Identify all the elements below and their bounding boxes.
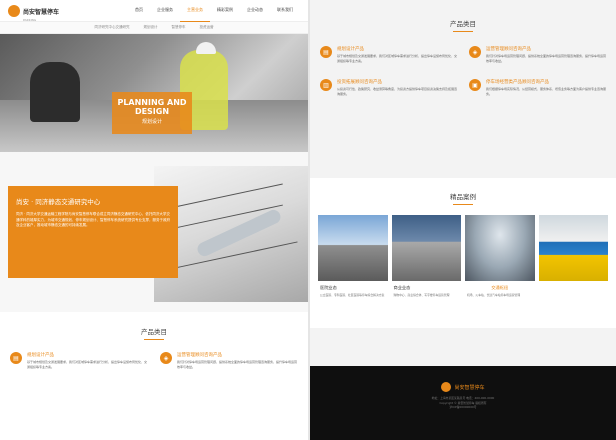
intro-title: 尚安 · 同济静态交通研究中心 (16, 198, 101, 206)
subnav-item[interactable]: 同济研究中心交通研究 (95, 25, 130, 30)
product-grid: ▤ 规划设计产品基于城市规划及交通发展要求，我们对区域停车需求进行分析，提出停车… (0, 340, 308, 369)
case-card[interactable] (538, 215, 608, 301)
right-page: 产品类目 ▤ 规划设计产品基于城市规划及交通发展要求，我们对区域停车需求进行分析… (310, 0, 616, 440)
section-title: 精品案例 (450, 193, 476, 201)
product-name: 规划设计产品 (27, 353, 54, 358)
product-grid: ▤ 规划设计产品基于城市规划及交通发展要求，我们对区域停车需求进行分析，提出停车… (310, 32, 616, 96)
case-grid: 医院业态公立医院、专科医院、社区医院等停车综合解决方案 商业业态购物中心、商业综… (310, 205, 616, 301)
product-name: 停车场经营类产品顾问咨询产品 (486, 80, 549, 86)
site-footer: 尚安智慧停车 地址：上海市某区某路某号 电话：400-000-0000 Copy… (310, 366, 616, 440)
hero-title-en: PLANNING AND DESIGN (117, 98, 187, 116)
product-desc: 我们针对停车场运营管理问题，提供系统全面的停车场运营管理咨询服务，提升停车场运营… (486, 54, 607, 63)
nav-cases[interactable]: 精彩案例 (210, 0, 240, 22)
footer-logo[interactable]: 尚安智慧停车 (310, 382, 616, 392)
subnav-item[interactable]: 智慧停车 (172, 25, 186, 30)
product-desc: 我们根据停车场实际情况，从经营模式、服务体系、增值业务等方面为客户提供专业咨询服… (486, 87, 607, 96)
intro-section: 尚安 · 同济静态交通研究中心 同济 · 同济大学交通运输工程学院与尚安智慧停车… (0, 152, 308, 312)
nav-home[interactable]: 首页 (128, 0, 150, 22)
product-item[interactable]: ◈ 运营管理顾问咨询产品我们针对停车场运营管理问题，提供系统全面的停车场运营管理… (469, 46, 606, 63)
case-card[interactable]: 交通枢纽机场、火车站、长途汽车站停车场运营管理 (465, 215, 535, 301)
transit-image (465, 215, 535, 281)
section-title: 产品类目 (450, 20, 476, 28)
subnav-item[interactable]: 投资运营 (200, 25, 214, 30)
main-nav: 首页 企业服务 主营业务 精彩案例 企业动态 联系我们 (128, 0, 300, 22)
planning-icon: ▤ (10, 352, 22, 364)
cases-section: 精品案例 医院业态公立医院、专科医院、社区医院等停车综合解决方案 商业业态购物中… (310, 178, 616, 328)
products-section: 产品类目 ▤ 规划设计产品基于城市规划及交通发展要求，我们对区域停车需求进行分析… (310, 0, 616, 178)
product-item[interactable]: ▤ 规划设计产品基于城市规划及交通发展要求，我们对区域停车需求进行分析，提出停车… (320, 46, 457, 63)
product-desc: 基于城市规划及交通发展要求，我们对区域停车需求进行分析，提出停车设施布局优化、交… (337, 54, 458, 63)
intro-card: 尚安 · 同济静态交通研究中心 同济 · 同济大学交通运输工程学院与尚安智慧停车… (8, 186, 178, 278)
case-name: 交通枢纽 (491, 285, 509, 290)
hero-banner: PLANNING AND DESIGN 规划设计 (0, 34, 308, 152)
planning-icon: ▤ (320, 46, 332, 58)
hero-helmet-image (196, 42, 216, 54)
products-section: 产品类目 ▤ 规划设计产品基于城市规划及交通发展要求，我们对区域停车需求进行分析… (0, 312, 308, 370)
case-desc: 公立医院、专科医院、社区医院等停车综合解决方案 (320, 293, 385, 297)
site-header: 尚安智慧停车 PARKING 首页 企业服务 主营业务 精彩案例 企业动态 联系… (0, 0, 308, 22)
intro-body: 同济 · 同济大学交通运输工程学院与尚安智慧停车联合成立同济静态交通研究中心，依… (16, 212, 170, 227)
product-item[interactable]: ◈ 运营管理顾问咨询产品我们针对停车场运营管理问题，提供系统全面的停车场运营管理… (160, 352, 298, 369)
logo[interactable]: 尚安智慧停车 PARKING (8, 0, 59, 22)
left-page: 尚安智慧停车 PARKING 首页 企业服务 主营业务 精彩案例 企业动态 联系… (0, 0, 308, 440)
case-name: 医院业态 (320, 285, 337, 290)
product-desc: 从投资可行性、政策研究、收益测算等角度，为投资方提供停车项目投资决策支持及拓展咨… (337, 87, 458, 96)
commercial-image (391, 215, 461, 281)
product-item[interactable]: ▥ 投资拓展顾问咨询产品 从投资可行性、政策研究、收益测算等角度，为投资方提供停车… (320, 79, 457, 96)
operations-icon: ◈ (469, 46, 481, 58)
nav-services[interactable]: 企业服务 (150, 0, 180, 22)
nav-business[interactable]: 主营业务 (180, 0, 210, 22)
investment-icon: ▥ (320, 79, 332, 92)
hero-title-cn: 规划设计 (141, 119, 162, 125)
product-name: 规划设计产品 (337, 47, 364, 52)
product-item[interactable]: ▣ 停车场经营类产品顾问咨询产品 我们根据停车场实际情况，从经营模式、服务体系、增… (469, 79, 606, 96)
section-title: 产品类目 (141, 328, 167, 336)
operations-icon: ◈ (160, 352, 172, 364)
hero-worker-image (30, 62, 80, 122)
case-desc: 购物中心、商业综合体、写字楼停车运营管理 (393, 293, 450, 297)
product-desc: 基于城市规划及交通发展要求，我们对区域停车需求进行分析，提出停车设施布局优化、交… (27, 360, 148, 369)
parking-icon: ▣ (469, 79, 481, 92)
footer-logo-text: 尚安智慧停车 (454, 384, 485, 391)
footer-line: 沪ICP备00000000号 (449, 405, 477, 409)
case-desc: 机场、火车站、长途汽车站停车场运营管理 (467, 293, 521, 297)
product-desc: 我们针对停车场运营管理问题，提供系统全面的停车场运营管理咨询服务，提升停车场运营… (177, 360, 298, 369)
logo-icon (441, 382, 452, 392)
hero-badge: PLANNING AND DESIGN 规划设计 (112, 92, 192, 134)
parking-lot-image (538, 215, 608, 281)
nav-contact[interactable]: 联系我们 (270, 0, 300, 22)
logo-icon (8, 4, 20, 17)
product-name: 运营管理顾问咨询产品 (486, 47, 531, 52)
sub-nav: 同济研究中心交通研究 规划设计 智慧停车 投资运营 (0, 22, 308, 34)
logo-subtext: PARKING (23, 18, 37, 22)
nav-news[interactable]: 企业动态 (240, 0, 270, 22)
hospital-image (318, 215, 388, 281)
logo-text: 尚安智慧停车 (23, 9, 60, 16)
subnav-item[interactable]: 规划设计 (144, 25, 158, 30)
product-item[interactable]: ▤ 规划设计产品基于城市规划及交通发展要求，我们对区域停车需求进行分析，提出停车… (10, 352, 148, 369)
case-card[interactable]: 医院业态公立医院、专科医院、社区医院等停车综合解决方案 (318, 215, 388, 301)
product-name: 运营管理顾问咨询产品 (177, 353, 222, 358)
product-name: 投资拓展顾问咨询产品 (337, 80, 382, 86)
case-name: 商业业态 (393, 285, 411, 290)
case-card[interactable]: 商业业态购物中心、商业综合体、写字楼停车运营管理 (391, 215, 461, 301)
